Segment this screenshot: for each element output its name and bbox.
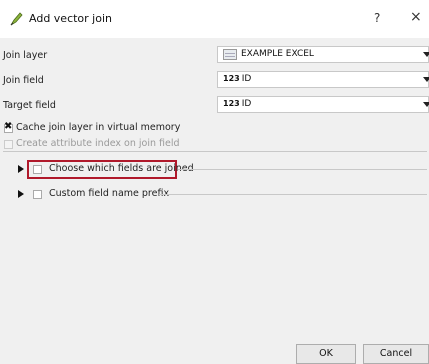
cache-checkbox[interactable] [4, 121, 13, 133]
ok-button[interactable]: OK [296, 344, 356, 364]
join-field-combo[interactable]: 123 ID [217, 71, 429, 88]
join-layer-combo[interactable]: EXAMPLE EXCEL [217, 46, 429, 63]
expand-arrow-icon[interactable] [18, 190, 24, 198]
numeric-field-icon: 123 [223, 74, 240, 83]
dialog-title: Add vector join [29, 12, 112, 25]
choose-fields-checkbox[interactable] [33, 165, 42, 174]
add-join-icon [10, 12, 23, 26]
cache-label: Cache join layer in virtual memory [16, 122, 181, 133]
join-field-value: ID [241, 74, 252, 84]
dialog-titlebar: Add vector join ? × [0, 0, 429, 38]
attribute-index-checkbox [4, 140, 13, 149]
expand-arrow-icon[interactable] [18, 165, 24, 173]
group-divider [178, 169, 427, 170]
close-button[interactable]: × [410, 9, 422, 25]
numeric-field-icon: 123 [223, 99, 240, 108]
group-divider [3, 151, 427, 152]
target-field-value: ID [241, 99, 252, 109]
custom-prefix-checkbox[interactable] [33, 190, 42, 199]
custom-prefix-label[interactable]: Custom field name prefix [49, 188, 169, 199]
group-divider [159, 194, 427, 195]
choose-fields-label[interactable]: Choose which fields are joined [49, 163, 194, 174]
attribute-index-label: Create attribute index on join field [16, 138, 180, 149]
join-field-label: Join field [3, 75, 44, 86]
target-field-combo[interactable]: 123 ID [217, 96, 429, 113]
join-layer-label: Join layer [3, 50, 48, 61]
chevron-down-icon [423, 52, 429, 57]
target-field-value-wrap: 123 ID [223, 99, 251, 109]
join-layer-value: EXAMPLE EXCEL [241, 49, 314, 59]
join-field-value-wrap: 123 ID [223, 74, 251, 84]
cancel-button[interactable]: Cancel [363, 344, 429, 364]
chevron-down-icon [423, 77, 429, 82]
help-button[interactable]: ? [374, 11, 380, 25]
chevron-down-icon [423, 102, 429, 107]
target-field-label: Target field [3, 100, 56, 111]
table-layer-icon [223, 49, 237, 60]
